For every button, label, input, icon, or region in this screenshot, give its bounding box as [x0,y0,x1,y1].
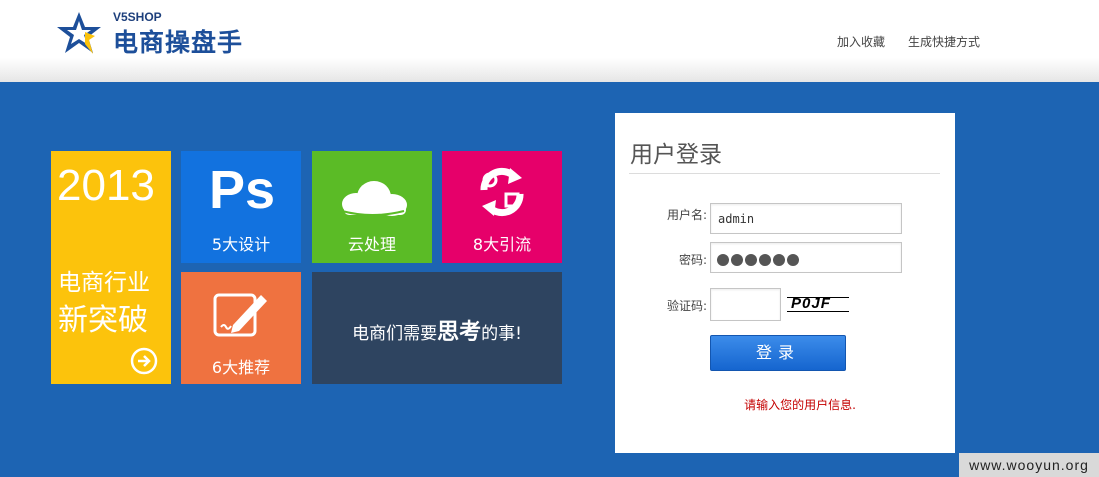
cloud-tile[interactable]: 云处理 [312,151,432,263]
watermark: www.wooyun.org [959,453,1099,477]
traffic-tile-label: 8大引流 [472,235,532,254]
password-dot [787,254,799,266]
traffic-tile[interactable]: 8大引流 [442,151,562,263]
slogan-pre: 电商们需要 [352,324,438,344]
promo-year: 2013 [57,161,155,210]
main-area: 2013 电商行业 新突破 Ps 5大设计 云处理 8大引流 6大推荐 电商们需… [0,82,1099,477]
password-dot [745,254,757,266]
logo[interactable]: V5SHOP 电商操盘手 [55,10,285,58]
password-mask [717,251,801,266]
slogan-emphasis: 思考 [437,320,482,345]
captcha-input[interactable] [710,288,781,321]
promo-tile[interactable]: 2013 电商行业 新突破 [51,151,171,384]
promo-line2: 新突破 [58,303,148,338]
captcha-image[interactable]: P0JF [787,294,849,316]
logo-small-text: V5SHOP [113,10,162,24]
divider [629,173,940,174]
password-dot [773,254,785,266]
star-logo-icon [57,12,101,54]
recommend-tile[interactable]: 6大推荐 [181,272,301,384]
logo-brand-name: 电商操盘手 [113,28,244,57]
password-input[interactable] [710,242,902,273]
edit-pencil-icon [213,293,267,337]
promo-line1: 电商行业 [58,270,150,296]
refresh-cycle-icon [480,167,524,217]
username-label: 用户名: [666,208,707,222]
password-dot [731,254,743,266]
captcha-label: 验证码: [666,299,707,313]
slogan-tile[interactable]: 电商们需要思考的事! [312,272,562,384]
design-tile-label: 5大设计 [211,235,271,254]
password-dot [717,254,729,266]
cloud-tile-label: 云处理 [347,235,396,254]
slogan-post: 的事! [481,324,522,344]
recommend-tile-label: 6大推荐 [211,358,271,377]
arrow-right-circle-icon[interactable] [130,347,158,375]
design-tile[interactable]: Ps 5大设计 [181,151,301,263]
login-button[interactable]: 登录 [710,335,846,371]
photoshop-icon: Ps [209,160,276,220]
cloud-icon [341,181,407,216]
username-value: admin [718,212,755,226]
captcha-text: P0JF [791,295,831,312]
create-shortcut-link[interactable]: 生成快捷方式 [908,33,980,50]
password-dot [759,254,771,266]
header: V5SHOP 电商操盘手 加入收藏 生成快捷方式 [0,0,1099,82]
username-input[interactable]: admin [710,203,902,234]
slogan-text: 电商们需要思考的事! [312,314,562,346]
login-title: 用户登录 [630,142,722,168]
password-label: 密码: [678,253,707,267]
add-bookmark-link[interactable]: 加入收藏 [837,33,885,50]
status-message: 请输入您的用户信息. [744,398,856,412]
login-panel: 用户登录 用户名: admin 密码: 验证码: P0JF 登录 请输入您的用户… [615,113,955,453]
